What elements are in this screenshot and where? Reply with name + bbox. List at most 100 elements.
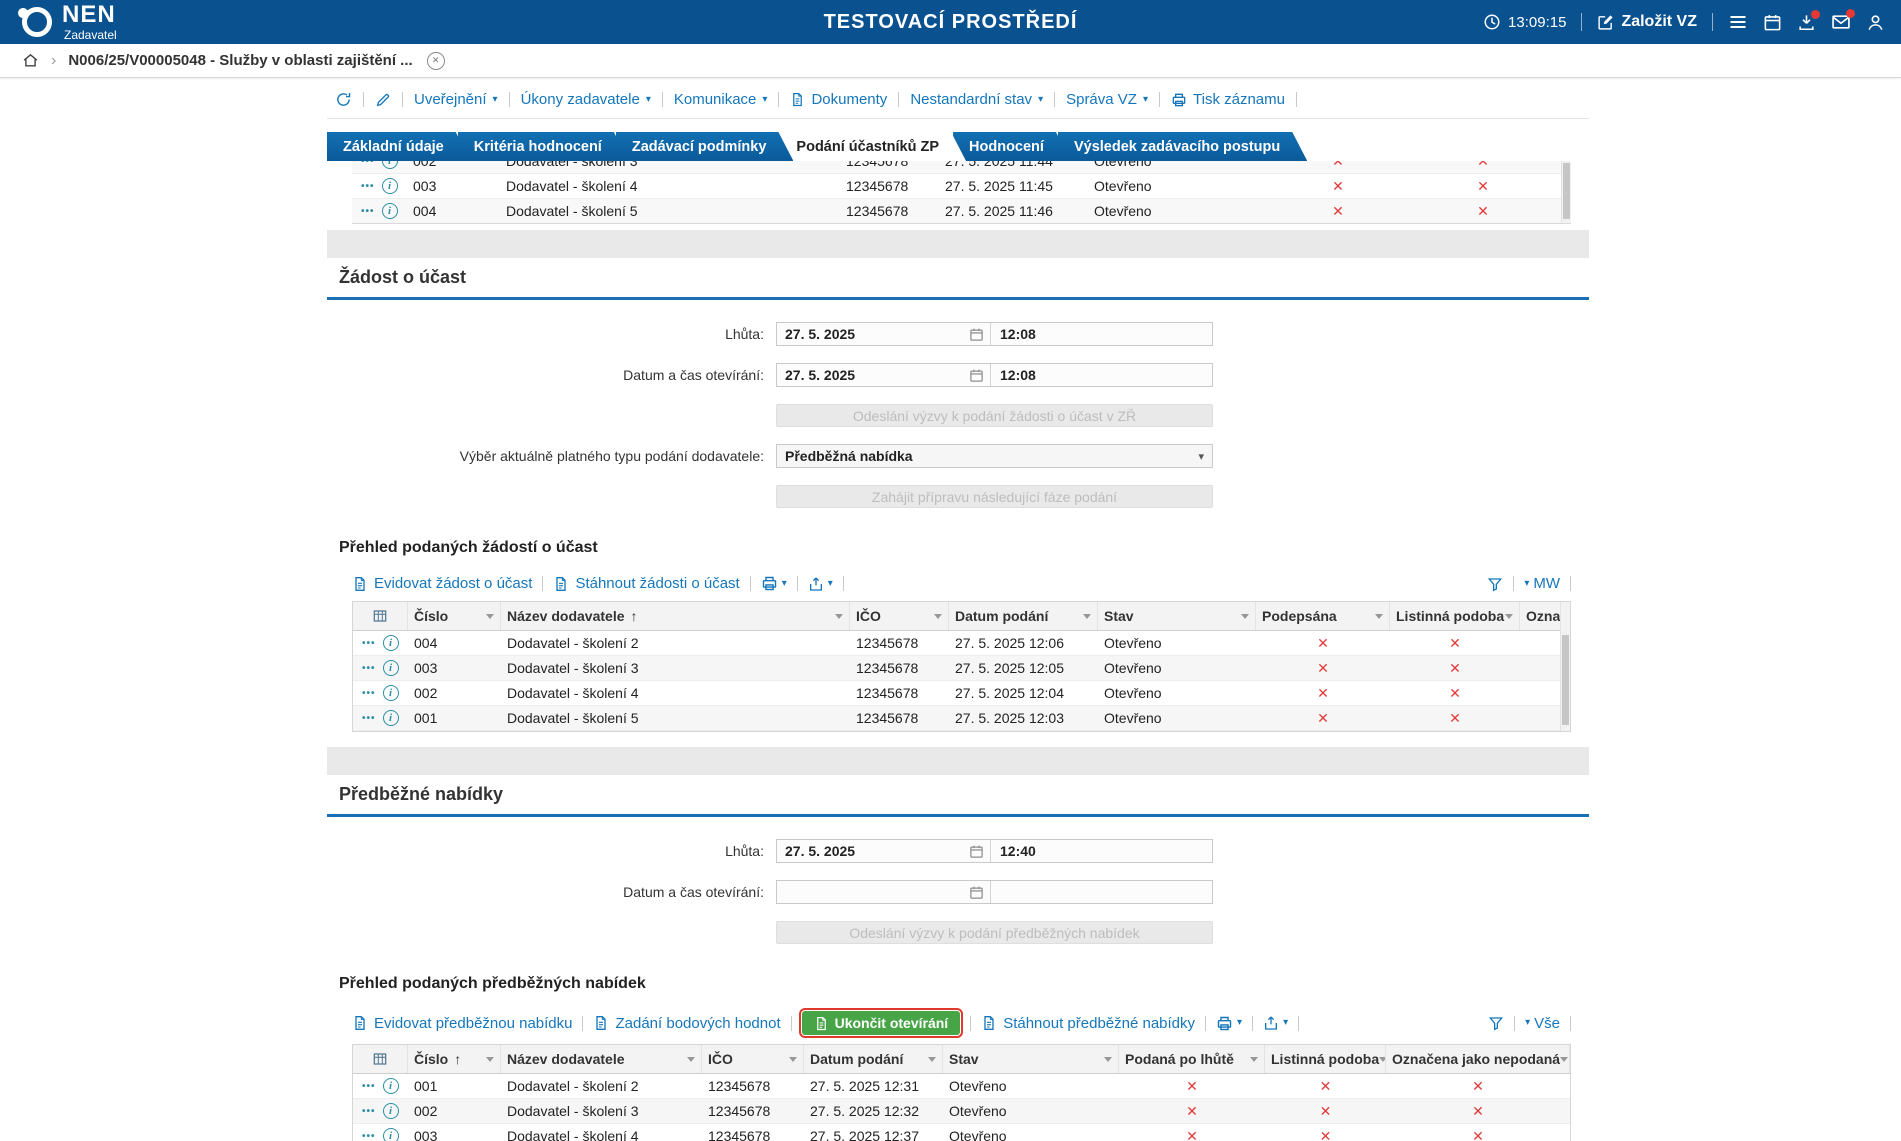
row-menu-icon[interactable]: ••• [362, 1081, 376, 1092]
filter-caret-icon[interactable] [1560, 1057, 1568, 1062]
col-nazev-dodavatele[interactable]: Název dodavatele↑ [501, 602, 850, 630]
menu-ukony-zadavatele[interactable]: Úkony zadavatele▾ [521, 91, 651, 108]
row-menu-icon[interactable]: ••• [361, 161, 375, 167]
col-cislo[interactable]: Číslo [408, 602, 501, 630]
calendar-icon[interactable] [969, 327, 984, 342]
filter-caret-icon[interactable] [687, 1057, 695, 1062]
table-row[interactable]: •••i 004 Dodavatel - školení 2 12345678 … [353, 631, 1570, 656]
col-listinna-podoba[interactable]: Listinná podoba [1265, 1045, 1386, 1073]
print-menu[interactable]: ▾ [1216, 1015, 1242, 1032]
tab-hodnoceni[interactable]: Hodnocení [953, 132, 1071, 161]
table-row[interactable]: •••i 002 Dodavatel - školení 3 12345678 … [352, 161, 1571, 174]
filter-caret-icon[interactable] [934, 614, 942, 619]
scrollbar-thumb[interactable] [1562, 635, 1569, 725]
evidovat-predbeznou-button[interactable]: Evidovat předběžnou nabídku [352, 1015, 572, 1032]
info-icon[interactable]: i [383, 660, 399, 676]
menu-dokumenty[interactable]: Dokumenty [790, 91, 887, 108]
row-menu-icon[interactable]: ••• [361, 181, 375, 192]
send-request-invite-button[interactable]: Odeslání výzvy k podání žádosti o účast … [776, 404, 1213, 427]
col-listinna-podoba[interactable]: Listinná podoba [1390, 602, 1520, 630]
filter-caret-icon[interactable] [928, 1057, 936, 1062]
menu-komunikace[interactable]: Komunikace▾ [674, 91, 768, 108]
menu-icon[interactable] [1728, 12, 1748, 32]
column-settings-icon[interactable] [353, 602, 408, 630]
column-settings-icon[interactable] [353, 1045, 408, 1073]
filter-caret-icon[interactable] [1083, 614, 1091, 619]
close-record-icon[interactable]: ✕ [427, 52, 445, 70]
home-icon[interactable] [22, 52, 39, 69]
ukoncit-otevirani-button[interactable]: Ukončit otevírání [802, 1011, 961, 1035]
back-icon[interactable] [335, 91, 352, 108]
table-row[interactable]: •••i 001 Dodavatel - školení 5 12345678 … [353, 706, 1570, 731]
vertical-scrollbar[interactable] [1561, 161, 1571, 223]
info-icon[interactable]: i [382, 203, 398, 219]
calendar-icon[interactable] [969, 844, 984, 859]
table-row[interactable]: •••i 003 Dodavatel - školení 4 12345678 … [353, 1124, 1570, 1141]
filter-button[interactable] [1488, 1015, 1504, 1031]
filter-caret-icon[interactable] [1250, 1057, 1258, 1062]
row-menu-icon[interactable]: ••• [362, 638, 376, 649]
create-vz-button[interactable]: Založit VZ [1597, 13, 1697, 31]
vertical-scrollbar[interactable] [1560, 602, 1570, 731]
time-value[interactable]: 12:08 [991, 326, 1212, 342]
table-row[interactable]: •••i 001 Dodavatel - školení 2 12345678 … [353, 1074, 1570, 1099]
info-icon[interactable]: i [383, 635, 399, 651]
menu-nestandardni-stav[interactable]: Nestandardní stav▾ [910, 91, 1043, 108]
calendar-icon[interactable] [969, 368, 984, 383]
date-value[interactable]: 27. 5. 2025 [777, 367, 969, 383]
filter-caret-icon[interactable] [1241, 614, 1249, 619]
tab-zadavaci-podminky[interactable]: Zadávací podmínky [616, 132, 794, 161]
col-stav[interactable]: Stav [1098, 602, 1256, 630]
filter-caret-icon[interactable] [1379, 1057, 1386, 1062]
table-row[interactable]: •••i 003 Dodavatel - školení 4 12345678 … [352, 174, 1571, 199]
opening-datetime-field[interactable]: 27. 5. 2025 12:08 [776, 363, 1213, 387]
zadani-bodovych-hodnot-button[interactable]: Zadání bodových hodnot [593, 1015, 780, 1032]
filter-caret-icon[interactable] [835, 614, 843, 619]
row-menu-icon[interactable]: ••• [361, 206, 375, 217]
print-menu[interactable]: ▾ [761, 575, 787, 592]
breadcrumb-record[interactable]: N006/25/V00005048 - Služby v oblasti zaj… [68, 52, 412, 69]
view-selector[interactable]: ▾Vše [1525, 1015, 1560, 1032]
calendar-icon[interactable] [1763, 13, 1782, 32]
col-podepsana[interactable]: Podepsána [1256, 602, 1390, 630]
info-icon[interactable]: i [383, 1078, 399, 1094]
filter-caret-icon[interactable] [486, 614, 494, 619]
stahnout-predbezne-button[interactable]: Stáhnout předběžné nabídky [981, 1015, 1195, 1032]
table-row[interactable]: •••i 004 Dodavatel - školení 5 12345678 … [352, 199, 1571, 224]
info-icon[interactable]: i [383, 710, 399, 726]
col-datum-podani[interactable]: Datum podání [949, 602, 1098, 630]
filter-caret-icon[interactable] [789, 1057, 797, 1062]
scrollbar-thumb[interactable] [1563, 163, 1570, 219]
date-value[interactable]: 27. 5. 2025 [777, 843, 969, 859]
table-row[interactable]: •••i 002 Dodavatel - školení 3 12345678 … [353, 1099, 1570, 1124]
info-icon[interactable]: i [383, 685, 399, 701]
downloads-icon[interactable] [1797, 13, 1816, 32]
messages-icon[interactable] [1831, 12, 1851, 32]
row-menu-icon[interactable]: ••• [362, 1131, 376, 1141]
lhuta-datetime-field[interactable]: 27. 5. 2025 12:40 [776, 839, 1213, 863]
filter-caret-icon[interactable] [486, 1057, 494, 1062]
filter-caret-icon[interactable] [1104, 1057, 1112, 1062]
col-datum-podani[interactable]: Datum podání [804, 1045, 943, 1073]
info-icon[interactable]: i [382, 161, 398, 169]
time-value[interactable]: 12:40 [991, 843, 1212, 859]
stahnout-zadosti-button[interactable]: Stáhnout žádosti o účast [553, 575, 739, 592]
time-value[interactable]: 12:08 [991, 367, 1212, 383]
table-row[interactable]: •••i 002 Dodavatel - školení 4 12345678 … [353, 681, 1570, 706]
tab-vysledek-zadavaciho-postupu[interactable]: Výsledek zadávacího postupu [1058, 132, 1307, 161]
row-menu-icon[interactable]: ••• [362, 713, 376, 724]
edit-icon[interactable] [375, 92, 391, 108]
submission-type-select[interactable]: Předběžná nabídka ▾ [776, 444, 1213, 468]
filter-button[interactable] [1487, 576, 1503, 592]
row-menu-icon[interactable]: ••• [362, 1106, 376, 1117]
col-stav[interactable]: Stav [943, 1045, 1119, 1073]
view-selector[interactable]: ▾MW [1524, 575, 1560, 592]
nen-logo[interactable]: NEN Zadavatel [22, 3, 117, 41]
info-icon[interactable]: i [383, 1128, 399, 1141]
col-nazev-dodavatele[interactable]: Název dodavatele [501, 1045, 702, 1073]
export-menu[interactable]: ▾ [808, 576, 833, 592]
row-menu-icon[interactable]: ••• [362, 663, 376, 674]
col-oznacena-jako-nepodana[interactable]: Označena jako nepodaná [1386, 1045, 1570, 1073]
tab-kriteria-hodnoceni[interactable]: Kritéria hodnocení [458, 132, 629, 161]
filter-caret-icon[interactable] [1505, 614, 1513, 619]
